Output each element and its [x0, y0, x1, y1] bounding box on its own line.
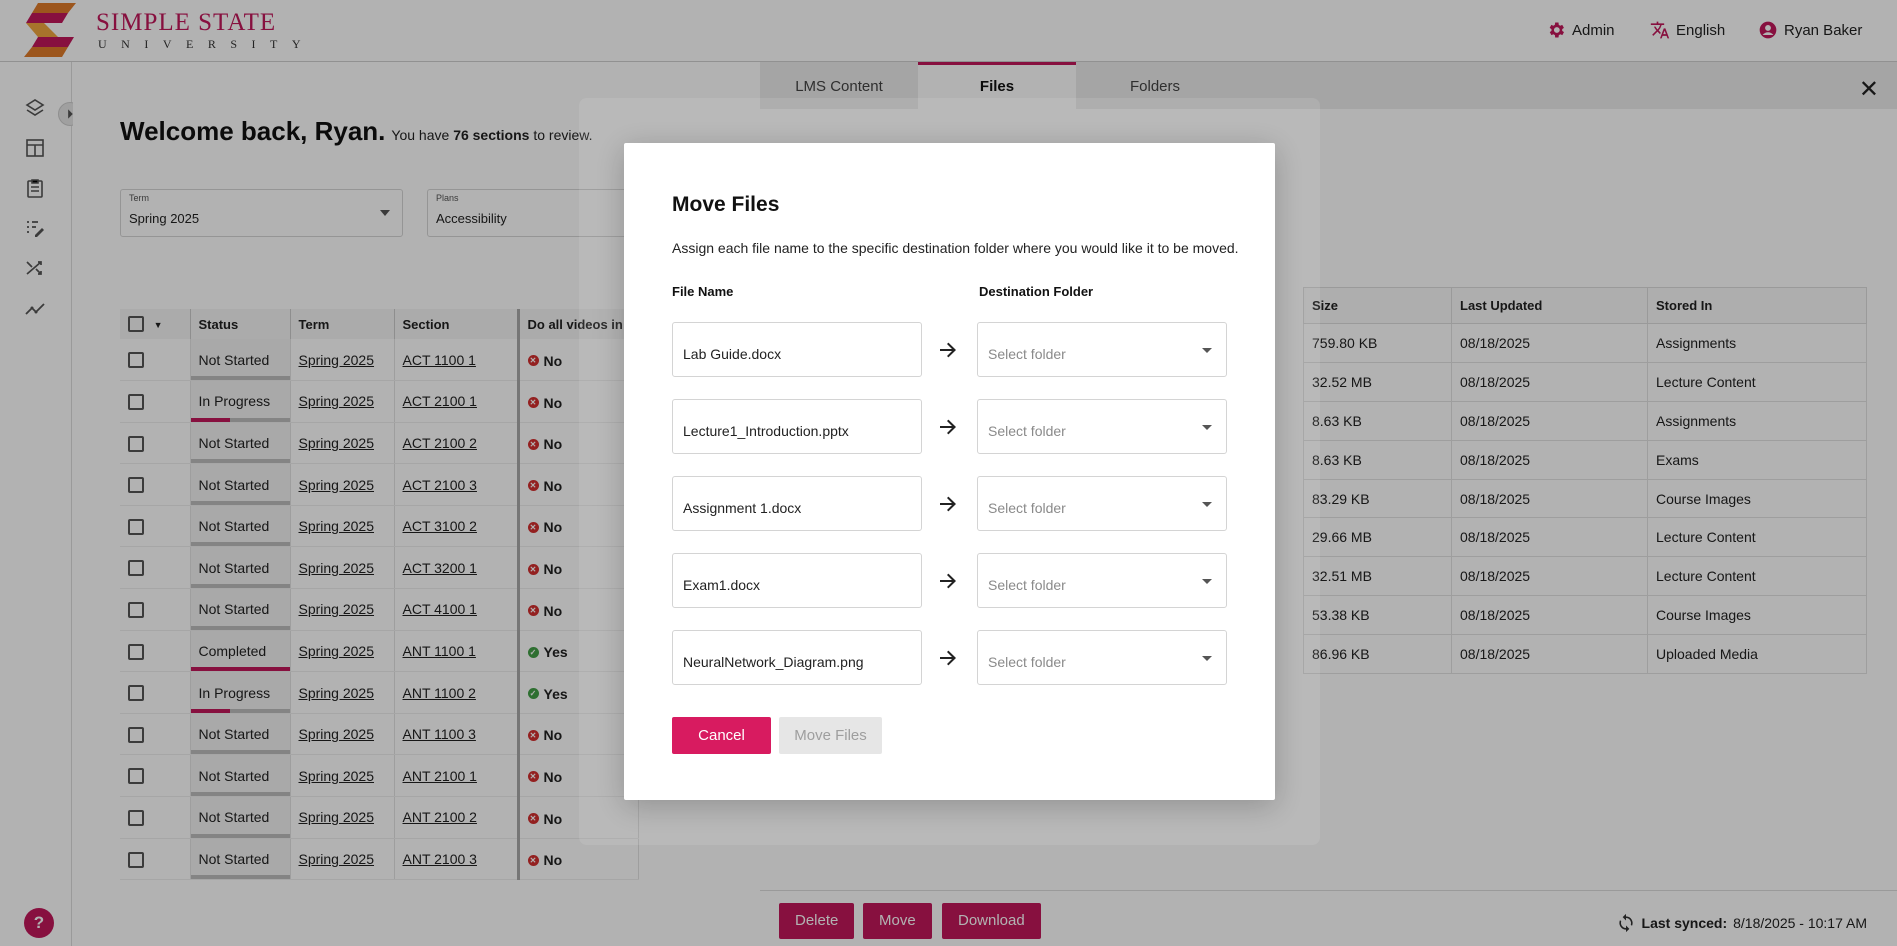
destination-folder-select[interactable]: Select folder [977, 322, 1227, 377]
move-files-dialog: Move Files Assign each file name to the … [624, 143, 1275, 800]
chevron-down-icon [1202, 656, 1212, 661]
destination-folder-select[interactable]: Select folder [977, 476, 1227, 531]
dialog-title: Move Files [672, 193, 780, 216]
file-name-field: Lab Guide.docx [672, 322, 922, 377]
file-name-field: Assignment 1.docx [672, 476, 922, 531]
folder-placeholder: Select folder [988, 500, 1066, 516]
destination-folder-select[interactable]: Select folder [977, 553, 1227, 608]
file-name-field: Lecture1_Introduction.pptx [672, 399, 922, 454]
chevron-down-icon [1202, 425, 1212, 430]
chevron-down-icon [1202, 502, 1212, 507]
file-name-field: NeuralNetwork_Diagram.png [672, 630, 922, 685]
arrow-right-icon [940, 342, 956, 358]
destination-folder-column-header: Destination Folder [979, 284, 1094, 299]
arrow-right-icon [940, 419, 956, 435]
cancel-button[interactable]: Cancel [672, 717, 771, 754]
destination-folder-select[interactable]: Select folder [977, 399, 1227, 454]
file-name-column-header: File Name [672, 284, 734, 299]
file-name-text: Assignment 1.docx [683, 500, 802, 516]
dialog-description: Assign each file name to the specific de… [672, 240, 1239, 256]
folder-placeholder: Select folder [988, 423, 1066, 439]
folder-placeholder: Select folder [988, 654, 1066, 670]
file-name-text: Lecture1_Introduction.pptx [683, 423, 849, 439]
file-name-text: Lab Guide.docx [683, 346, 782, 362]
arrow-right-icon [940, 496, 956, 512]
file-name-text: Exam1.docx [683, 577, 761, 593]
destination-folder-select[interactable]: Select folder [977, 630, 1227, 685]
arrow-right-icon [940, 650, 956, 666]
arrow-right-icon [940, 573, 956, 589]
file-name-text: NeuralNetwork_Diagram.png [683, 654, 864, 670]
file-name-field: Exam1.docx [672, 553, 922, 608]
folder-placeholder: Select folder [988, 577, 1066, 593]
chevron-down-icon [1202, 348, 1212, 353]
move-files-button[interactable]: Move Files [779, 717, 882, 754]
folder-placeholder: Select folder [988, 346, 1066, 362]
chevron-down-icon [1202, 579, 1212, 584]
